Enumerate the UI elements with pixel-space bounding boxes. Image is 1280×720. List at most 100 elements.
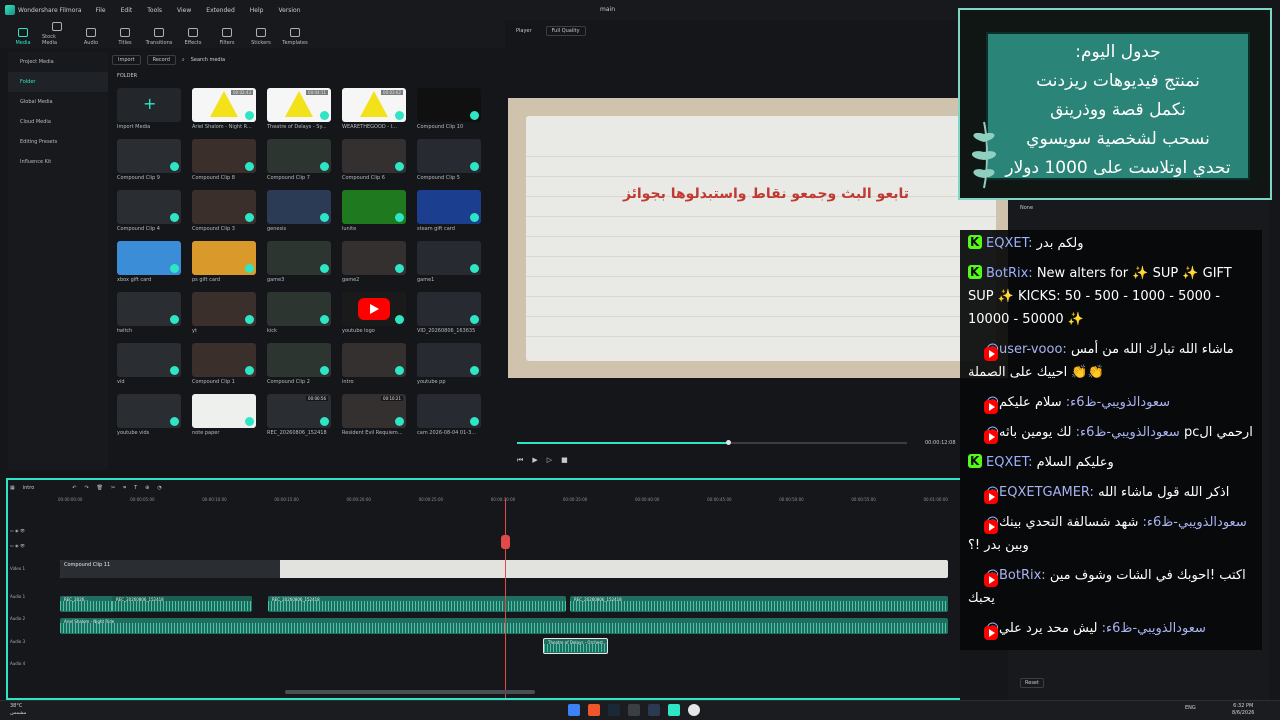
tab-stock-media[interactable]: Stock Media (42, 22, 72, 48)
files-icon[interactable] (648, 704, 660, 716)
media-tile[interactable]: Compound Clip 2 (267, 343, 331, 385)
track-head-audio2[interactable]: Audio 2 (10, 616, 56, 621)
media-tile[interactable]: Compound Clip 9 (117, 139, 181, 181)
delete-icon[interactable]: 🗑 (97, 485, 103, 491)
play-forward-icon[interactable]: ▷ (547, 456, 552, 466)
media-tile[interactable]: Compound Clip 1 (192, 343, 256, 385)
media-tile[interactable]: 00:04:11 Theatre of Delays - Sy... (267, 88, 331, 130)
tab-media[interactable]: Media (8, 28, 38, 48)
audio-clip-small[interactable]: Theatre of Delays - Orchest... (543, 638, 608, 654)
media-tile[interactable]: game2 (342, 241, 406, 283)
weather-widget[interactable]: 38°C مشمس (10, 703, 26, 717)
quality-select[interactable]: Full Quality (545, 26, 586, 36)
media-tile[interactable]: note paper (192, 394, 256, 436)
media-tile[interactable]: 00:10:21 Resident Evil Requiem... (342, 394, 406, 436)
timeline-scrollbar[interactable] (285, 690, 535, 694)
steam-icon[interactable] (608, 704, 620, 716)
media-tile[interactable]: kick (267, 292, 331, 334)
scrubber-handle[interactable] (725, 440, 731, 445)
media-tile[interactable]: youtube logo (342, 292, 406, 334)
menu-edit[interactable]: Edit (121, 7, 133, 14)
media-tile[interactable]: Compound Clip 4 (117, 190, 181, 232)
media-tile[interactable]: Compound Clip 5 (417, 139, 481, 181)
track-head-audio4[interactable]: Audio 4 (10, 661, 56, 666)
media-tile[interactable]: Compound Clip 7 (267, 139, 331, 181)
sidebar-item-influence-kit[interactable]: Influence Kit (8, 152, 108, 172)
media-tile[interactable]: twitch (117, 292, 181, 334)
track-head-title[interactable]: ▭ ◉ 👁 (10, 528, 56, 533)
obs-icon[interactable] (688, 704, 700, 716)
track-head-audio3[interactable]: Audio 3 (10, 639, 56, 644)
stop-icon[interactable]: ■ (561, 456, 568, 466)
audio-clip-rec-2[interactable]: REC_20260806_152418 (112, 596, 252, 612)
tab-stickers[interactable]: Stickers (246, 28, 276, 48)
sidebar-item-cloud-media[interactable]: Cloud Media (8, 112, 108, 132)
media-tile[interactable]: vid (117, 343, 181, 385)
search-input[interactable]: Search media (191, 57, 225, 63)
import-button[interactable]: Import (112, 55, 141, 65)
brave-icon[interactable] (588, 704, 600, 716)
media-tile[interactable]: Compound Clip 8 (192, 139, 256, 181)
play-icon[interactable]: ▶ (532, 456, 537, 466)
audio-clip-rec-3[interactable]: REC_20260806_152418 (268, 596, 566, 612)
media-tile[interactable]: steam gift card (417, 190, 481, 232)
track-head-audio1[interactable]: Audio 1 (10, 594, 56, 599)
media-tile[interactable]: genesis (267, 190, 331, 232)
sequence-name[interactable]: intro (23, 485, 35, 491)
media-tile[interactable]: xbox gift card (117, 241, 181, 283)
menu-file[interactable]: File (96, 7, 106, 14)
menu-tools[interactable]: Tools (147, 7, 162, 14)
start-icon[interactable] (568, 704, 580, 716)
timeline-playhead[interactable] (505, 498, 506, 698)
media-tile[interactable]: 00:00:56 REC_20260806_152418 (267, 394, 331, 436)
split-icon[interactable]: ✂ (111, 485, 115, 491)
preview-canvas[interactable]: تابعو البث وجمعو نقاط واستبدلوها بجوائز (508, 98, 1008, 378)
media-tile[interactable]: game1 (417, 241, 481, 283)
video-clip[interactable]: Compound Clip 11 (60, 560, 948, 578)
media-tile[interactable]: Compound Clip 3 (192, 190, 256, 232)
audio-clip-rec-4[interactable]: REC_20260806_152418 (570, 596, 948, 612)
media-tile[interactable]: + Import Media (117, 88, 181, 130)
menu-extended[interactable]: Extended (206, 7, 235, 14)
media-tile[interactable]: lunite (342, 190, 406, 232)
redo-icon[interactable]: ↷ (84, 485, 88, 491)
sidebar-item-editing-presets[interactable]: Editing Presets (8, 132, 108, 152)
text-tool-icon[interactable]: T (134, 485, 137, 491)
media-tile[interactable]: intro (342, 343, 406, 385)
timeline-menu-icon[interactable]: ▦ (10, 485, 15, 491)
sidebar-item-project-media[interactable]: Project Media (8, 52, 108, 72)
tab-filters[interactable]: Filters (212, 28, 242, 48)
timeline-ruler[interactable]: 00:00:00:00 00:00:05:00 00:00:10:00 00:00:1… (58, 497, 948, 505)
track-head-overlay[interactable]: ▭ ◉ 👁 (10, 543, 56, 548)
property-value[interactable]: None (1020, 205, 1033, 211)
crop-icon[interactable]: ⌗ (123, 485, 126, 491)
app-icon[interactable] (628, 704, 640, 716)
undo-icon[interactable]: ↶ (72, 485, 76, 491)
media-tile[interactable]: youtube vids (117, 394, 181, 436)
filmora-taskbar-icon[interactable] (668, 704, 680, 716)
sidebar-item-global-media[interactable]: Global Media (8, 92, 108, 112)
zoom-icon[interactable]: ⊕ (145, 485, 149, 491)
media-tile[interactable]: cam 2026-08-04 01-3... (417, 394, 481, 436)
tab-titles[interactable]: Titles (110, 28, 140, 48)
menu-view[interactable]: View (177, 7, 191, 14)
media-tile[interactable]: ps gift card (192, 241, 256, 283)
menu-version[interactable]: Version (278, 7, 300, 14)
media-tile[interactable]: yt (192, 292, 256, 334)
media-tile[interactable]: Compound Clip 10 (417, 88, 481, 130)
speed-icon[interactable]: ◔ (157, 485, 161, 491)
tab-audio[interactable]: Audio (76, 28, 106, 48)
prev-frame-icon[interactable]: ⏮ (517, 456, 523, 466)
language-indicator[interactable]: ENG (1185, 705, 1196, 711)
playhead-handle[interactable] (501, 535, 510, 549)
tab-effects[interactable]: Effects (178, 28, 208, 48)
menu-help[interactable]: Help (250, 7, 264, 14)
media-tile[interactable]: VID_20260806_163635 (417, 292, 481, 334)
media-tile[interactable]: game3 (267, 241, 331, 283)
tab-templates[interactable]: Templates (280, 28, 310, 48)
track-head-video1[interactable]: Video 1 (10, 566, 56, 571)
record-button[interactable]: Record (146, 55, 176, 65)
media-tile[interactable]: youtube pp (417, 343, 481, 385)
audio-clip-music[interactable]: Ariel Shalom - Night Ride (60, 618, 948, 634)
media-tile[interactable]: 00:03:02 WEARETHEGOOD - I... (342, 88, 406, 130)
